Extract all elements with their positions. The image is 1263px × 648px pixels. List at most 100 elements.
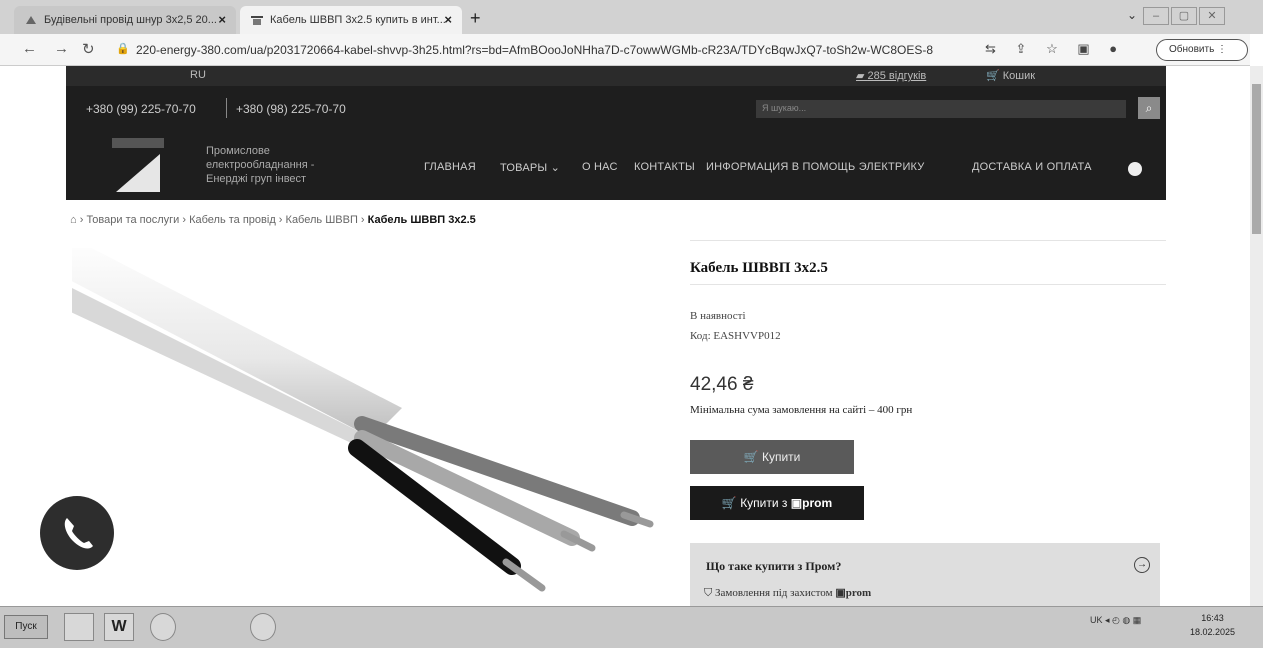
tab-title: Будівельні провід шнур 3х2,5 20... [44,14,217,26]
divider [690,240,1166,241]
clock[interactable]: 16:43 18.02.2025 [1190,611,1235,639]
search-icon[interactable]: ⌕ [1138,97,1160,119]
url-text: 220-energy-380.com/ua/p2031720664-kabel-… [136,43,934,57]
translate-icon[interactable]: ⇆ [985,41,996,57]
sidepanel-icon[interactable]: ▣ [1077,41,1089,57]
nav-products[interactable]: ТОВАРЫ ⌄ [500,161,560,174]
language-switch[interactable]: RU [190,69,206,81]
breadcrumb-current: Кабель ШВВП 3х2.5 [367,214,476,226]
cable-illustration [72,248,654,592]
chrome-icon[interactable] [150,613,176,641]
buy-prom-label: Купити з [740,496,788,510]
phone-icon [64,518,93,549]
prom-brand: prom [802,496,833,510]
search-placeholder: Я шукаю... [762,103,807,113]
buy-button-label: Купити [761,450,801,464]
nav-contacts[interactable]: КОНТАКТЫ [634,161,695,173]
prom-logo: ▣prom [835,587,872,599]
cart-link[interactable]: 🛒 Кошик [986,69,1035,82]
share-icon[interactable]: ⇪ [1016,41,1027,57]
bookmark-star-icon[interactable]: ☆ [1046,41,1058,57]
nav-about[interactable]: О НАС [582,161,618,173]
min-order-note: Мінімальна сума замовлення на сайті – 40… [690,404,913,416]
nav-home[interactable]: ГЛАВНАЯ [424,161,476,173]
company-name-line: Енерджі груп інвест [206,173,307,185]
breadcrumb-item[interactable]: Кабель та провід [189,214,276,226]
prom-guarantee: ⛉ Замовлення під захистом ▣prom [704,586,871,600]
buy-with-prom-button[interactable]: 🛒 Купити з ▣prom [690,486,864,520]
phone-link[interactable]: +380 (99) 225-70-70 [86,102,196,116]
clock-date: 18.02.2025 [1190,627,1236,637]
breadcrumb-item[interactable]: Товари та послуги [86,214,179,226]
close-window-icon[interactable]: ✕ [1199,7,1225,25]
breadcrumb: ⌂ › Товари та послуги › Кабель та провід… [70,214,476,226]
shield-check-icon: ⛉ [704,587,713,599]
company-name: Промислове електрообладнання - Енерджі г… [206,144,314,186]
prom-question[interactable]: Що таке купити з Пром? [706,559,841,574]
site-topbar: RU ▰ 285 відгуків 🛒 Кошик [66,66,1166,86]
lock-icon: 🔒 [116,43,130,55]
page-scrollbar[interactable] [1250,66,1263,606]
arrow-right-icon[interactable]: → [1134,557,1150,573]
browser-tab-strip: Будівельні провід шнур 3х2,5 20... × Каб… [0,0,1263,34]
company-logo[interactable] [112,138,164,194]
browser-tab-active[interactable]: Кабель ШВВП 3х2.5 купить в инт... × [240,6,462,34]
word-icon[interactable]: W [104,613,134,641]
breadcrumb-item[interactable]: Кабель ШВВП [286,214,358,226]
minimize-icon[interactable]: – [1143,7,1169,25]
product-image[interactable] [72,248,682,608]
paint-icon[interactable] [206,613,236,641]
system-tray: UK ◂ ◴ ◍ ▦ [1090,615,1141,626]
close-tab-icon[interactable]: × [444,12,452,27]
update-label: Обновить [1169,44,1215,55]
company-name-line: електрообладнання - [206,159,315,171]
divider [226,98,227,118]
back-arrow-icon[interactable]: ← [22,40,37,57]
buy-button[interactable]: 🛒 Купити [690,440,854,474]
scrollbar-thumb[interactable] [1252,84,1261,234]
tab-favicon-icon [26,16,36,24]
reviews-label: 285 відгуків [867,70,927,82]
profile-icon[interactable]: ● [1109,41,1117,56]
site-navbar: Промислове електрообладнання - Енерджі г… [66,130,1166,200]
product-code: Код: EASHVVP012 [690,330,781,342]
prom-brand: prom [845,587,872,599]
nav-delivery[interactable]: ДОСТАВКА И ОПЛАТА [972,161,1092,173]
url-input[interactable]: 🔒 220-energy-380.com/ua/p2031720664-kabe… [108,39,978,61]
browser-tab[interactable]: Будівельні провід шнур 3х2,5 20... × [14,6,236,34]
tray-icons: ◂ ◴ ◍ ▦ [1105,615,1142,625]
clock-time: 16:43 [1201,613,1224,623]
prom-guarantee-label: Замовлення під захистом [715,587,833,599]
cart-label: Кошик [1002,70,1036,82]
update-browser-button[interactable]: Обновить ⋮ [1156,39,1248,61]
address-bar-row: ← → ↻ 🔒 220-energy-380.com/ua/p203172066… [0,34,1250,66]
forward-arrow-icon[interactable]: → [54,40,69,57]
nav-electrician-info[interactable]: ИНФОРМАЦИЯ В ПОМОЩЬ ЭЛЕКТРИКУ [706,161,924,173]
prom-info-box: Що таке купити з Пром? → ⛉ Замовлення пі… [690,543,1160,607]
explorer-icon[interactable] [64,613,94,641]
divider [690,284,1166,285]
prom-logo: ▣prom [790,496,833,510]
call-button[interactable] [40,496,114,570]
os-taskbar: Пуск W UK ◂ ◴ ◍ ▦ 16:43 18.02.2025 [0,606,1263,648]
keyboard-language[interactable]: UK [1090,615,1103,625]
site-search-input[interactable]: Я шукаю... [756,100,1126,118]
tab-search-chevron-icon[interactable]: ⌄ [1127,8,1137,22]
new-tab-button[interactable]: + [470,8,481,29]
product-title: Кабель ШВВП 3х2.5 [690,260,828,276]
availability-status: В наявності [690,310,746,322]
chevron-down-icon: ⌄ [550,162,561,174]
address-tools: ⇆ ⇪ ☆ ▣ ● [985,41,1133,57]
close-tab-icon[interactable]: × [218,12,226,27]
nav-products-label: ТОВАРЫ [500,162,548,174]
reload-icon[interactable]: ↻ [82,40,95,58]
menu-icon[interactable] [1128,162,1142,176]
phone-link[interactable]: +380 (98) 225-70-70 [236,102,346,116]
maximize-icon[interactable]: ▢ [1171,7,1197,25]
chrome-icon[interactable] [250,613,276,641]
start-button[interactable]: Пуск [4,615,48,639]
cart-icon: 🛒 [743,450,759,464]
reviews-link[interactable]: ▰ 285 відгуків [856,69,926,82]
tab-title: Кабель ШВВП 3х2.5 купить в инт... [270,14,446,26]
home-icon[interactable]: ⌂ [70,214,77,226]
